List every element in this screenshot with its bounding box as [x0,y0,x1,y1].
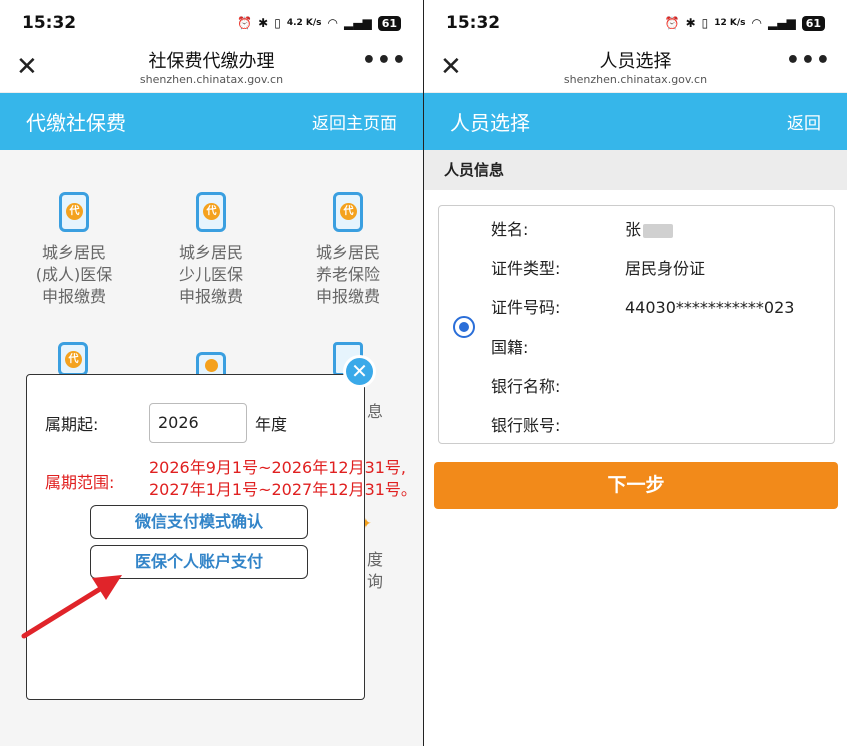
section-header: 人员信息 [424,150,847,190]
browser-nav: ✕ 人员选择 shenzhen.chinatax.gov.cn ••• [424,46,847,93]
wechat-pay-confirm-button[interactable]: 微信支付模式确认 [90,505,308,539]
info-row-name: 姓名: 张 [491,216,831,240]
info-value: 张 [625,220,642,239]
battery-indicator: 61 [801,15,825,31]
grid-label: (成人)医保 [35,265,113,284]
grid-label-fragment: 息 [367,402,384,421]
browser-nav: ✕ 社保费代缴办理 shenzhen.chinatax.gov.cn ••• [0,46,423,93]
battery-indicator: 61 [377,15,401,31]
info-row-bank-name: 银行名称: [491,373,831,397]
phone-service-icon: 代 [333,192,363,232]
grid-label-fragment: 询 [367,572,384,591]
yuan-service-icon [196,352,226,376]
status-icons: ⏰ ✱ ▯ 4.2 K/s ◠ ▂▄▆ 61 [237,15,401,31]
close-icon[interactable]: ✕ [440,54,462,80]
back-link[interactable]: 返回 [787,109,821,134]
vibrate-icon: ▯ [274,16,281,30]
range-line: 2026年9月1号~2026年12月31号, [149,458,407,477]
grid-label: 城乡居民 [41,243,106,262]
info-row-id-number: 证件号码: 44030***********023 [491,294,831,318]
status-time: 15:32 [446,13,501,33]
info-key: 证件号码: [491,298,561,317]
page-domain: shenzhen.chinatax.gov.cn [563,73,708,86]
year-unit: 年度 [255,415,288,434]
info-key: 银行账号: [491,416,561,435]
status-bar: 15:32 ⏰ ✱ ▯ 12 K/s ◠ ▂▄▆ 61 [424,0,847,46]
grid-item-child-medical[interactable]: 代 城乡居民 少儿医保 申报缴费 [161,192,261,308]
signal-icon: ▂▄▆ [768,16,796,30]
info-key: 银行名称: [491,377,561,396]
close-icon[interactable]: ✕ [16,54,38,80]
net-speed: 12 K/s [714,17,746,28]
bluetooth-icon: ✱ [258,16,269,30]
range-line: 2027年1月1号~2027年12月31号。 [149,480,417,499]
range-text: 2026年9月1号~2026年12月31号, 2027年1月1号~2027年12… [149,457,417,501]
signal-icon: ▂▄▆ [344,16,372,30]
phone-service-icon: 代 [58,342,88,376]
medical-account-pay-button[interactable]: 医保个人账户支付 [90,545,308,579]
page-domain: shenzhen.chinatax.gov.cn [139,73,284,86]
grid-item-adult-medical[interactable]: 代 城乡居民 (成人)医保 申报缴费 [24,192,124,308]
next-step-button[interactable]: 下一步 [434,462,838,509]
header-title: 代缴社保费 [26,111,126,135]
grid-label: 申报缴费 [41,287,106,306]
period-label: 属期起: [45,415,99,434]
grid-label: 城乡居民 [315,243,380,262]
net-speed: 4.2 K/s [286,17,322,28]
payment-modal: 属期起: 2026 年度 属期范围: 2026年9月1号~2026年12月31号… [26,374,417,700]
period-row: 属期起: 2026 年度 [45,403,287,443]
grid-label: 城乡居民 [178,243,243,262]
alarm-icon: ⏰ [664,16,680,30]
info-row-nationality: 国籍: [491,334,831,358]
app-header: 代缴社保费 返回主页面 [0,93,423,150]
info-key: 国籍: [491,338,529,357]
person-radio[interactable] [453,316,475,338]
grid-label: 养老保险 [315,265,380,284]
grid-label: 少儿医保 [178,265,243,284]
more-icon[interactable]: ••• [786,48,831,73]
grid-label-fragment: 度 [367,550,384,569]
modal-close-button[interactable]: ✕ [343,355,376,388]
status-time: 15:32 [22,13,77,33]
status-icons: ⏰ ✱ ▯ 12 K/s ◠ ▂▄▆ 61 [664,15,825,31]
range-label: 属期范围: [45,473,115,492]
info-row-bank-account: 银行账号: [491,412,831,436]
info-value: 居民身份证 [625,259,706,278]
back-home-link[interactable]: 返回主页面 [312,109,397,134]
vibrate-icon: ▯ [701,16,709,30]
redacted-blur [643,223,674,238]
alarm-icon: ⏰ [237,16,253,30]
close-icon: ✕ [346,358,373,385]
more-icon[interactable]: ••• [362,48,407,73]
right-screen: 15:32 ⏰ ✱ ▯ 12 K/s ◠ ▂▄▆ 61 ✕ 人员选择 shenz… [424,0,847,746]
wifi-icon: ◠ [751,16,762,30]
wifi-icon: ◠ [327,16,338,30]
info-value: 44030***********023 [625,298,795,317]
phone-service-icon: 代 [59,192,89,232]
info-key: 证件类型: [491,259,561,278]
header-title: 人员选择 [450,111,530,135]
grid-item-pension[interactable]: 代 城乡居民 养老保险 申报缴费 [298,192,398,308]
grid-label: 申报缴费 [178,287,243,306]
year-input[interactable]: 2026 [149,403,247,443]
phone-service-icon: 代 [196,192,226,232]
app-header: 人员选择 返回 [424,93,847,150]
grid-label: 申报缴费 [315,287,380,306]
info-row-id-type: 证件类型: 居民身份证 [491,255,831,279]
page-title: 社保费代缴办理 [148,51,275,72]
person-card[interactable]: 姓名: 张 证件类型: 居民身份证 证件号码: 44030***********023… [438,205,835,444]
left-screen: 15:32 ⏰ ✱ ▯ 4.2 K/s ◠ ▂▄▆ 61 ✕ 社保费代缴办理 s… [0,0,423,746]
page-title: 人员选择 [599,51,672,72]
info-key: 姓名: [491,220,529,239]
bluetooth-icon: ✱ [685,16,696,30]
status-bar: 15:32 ⏰ ✱ ▯ 4.2 K/s ◠ ▂▄▆ 61 [0,0,423,46]
